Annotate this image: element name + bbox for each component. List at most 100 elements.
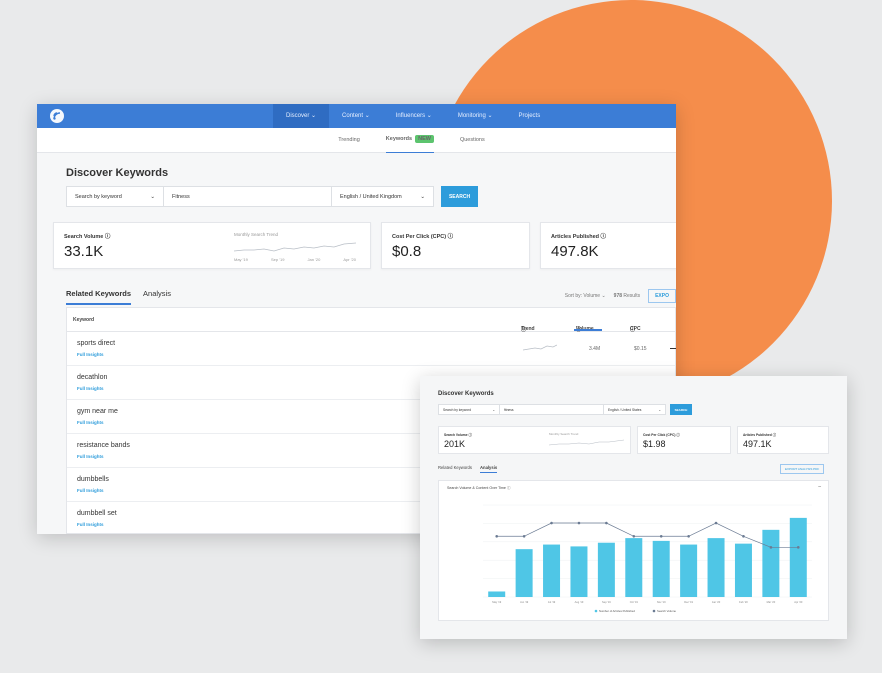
export-button[interactable]: EXPO xyxy=(648,289,676,303)
trend-axis: May '19 Sep '19 Jan '20 Apr '20 xyxy=(234,257,356,262)
search-mode-value: Search by keyword xyxy=(75,193,122,200)
search-volume-point xyxy=(522,534,526,538)
search-query-value: Fitness xyxy=(172,193,190,200)
results-count: 978 Results xyxy=(614,293,640,299)
search-row: Search by keyword ⌄ Fitness English / Uni… xyxy=(66,186,478,207)
chevron-down-icon: ⌄ xyxy=(311,113,317,119)
trend-tick: Sep '19 xyxy=(270,257,285,262)
search-volume-value: 33.1K xyxy=(64,243,104,260)
new-badge: NEW xyxy=(415,134,434,143)
col-keyword[interactable]: Keyword xyxy=(73,317,94,323)
legend-label-search-volume: Search Volume xyxy=(657,609,676,613)
sort-select[interactable]: Sort by: Volume ⌄ xyxy=(565,293,606,299)
chart-bar xyxy=(680,544,698,597)
analysis-volume-card: Search Volume ⓘ 201K Monthly Search Tren… xyxy=(438,426,631,454)
nav-content[interactable]: Content ⌄ xyxy=(329,104,383,128)
search-mode-value: Search by keyword xyxy=(443,407,472,412)
chart-bar xyxy=(789,517,807,597)
x-tick-label: May '19 xyxy=(492,600,502,604)
search-volume-point xyxy=(605,521,608,525)
nav-label: Content xyxy=(342,113,364,119)
metric-cards: Search Volume ⓘ 33.1K Monthly Search Tre… xyxy=(53,222,676,269)
expand-icon[interactable] xyxy=(670,348,676,349)
legend-swatch-search-volume xyxy=(652,609,656,613)
search-volume-point xyxy=(495,534,499,538)
tab-questions[interactable]: Questions xyxy=(460,128,485,153)
nav-discover[interactable]: Discover ⌄ xyxy=(273,104,330,128)
chart-bar xyxy=(707,538,725,597)
trend-tick: Jan '20 xyxy=(307,257,321,262)
full-insights-link[interactable]: Full Insights xyxy=(77,352,104,357)
tab-trending[interactable]: Trending xyxy=(338,128,360,153)
legend-label-articles: Number of Articles Published xyxy=(599,609,635,613)
card-label: Search Volume ⓘ xyxy=(444,432,472,437)
nav-projects[interactable]: Projects xyxy=(506,104,554,128)
articles-card: Articles Published ⓘ 497.8K xyxy=(540,222,676,269)
analysis-trend-sparkline xyxy=(549,439,624,446)
tab-related-keywords[interactable]: Related Keywords xyxy=(66,289,132,305)
tab-related-keywords[interactable]: Related Keywords xyxy=(438,465,472,473)
x-tick-label: Aug '19 xyxy=(575,600,584,604)
full-insights-link[interactable]: Full Insights xyxy=(77,488,104,493)
search-volume-point xyxy=(714,521,718,525)
search-volume-point xyxy=(769,546,773,549)
analysis-window: Discover Keywords Search by keyword ⌄ fit… xyxy=(420,376,847,639)
cpc-card: Cost Per Click (CPC) ⓘ $0.8 xyxy=(381,222,530,269)
analysis-search-mode-select[interactable]: Search by keyword ⌄ xyxy=(438,404,500,415)
monthly-trend-sparkline xyxy=(234,242,356,252)
cpc-cell: $0.15 xyxy=(634,346,647,352)
analysis-search-button[interactable]: SEARCH xyxy=(670,404,692,415)
sort-label: Sort by: Volume xyxy=(564,293,601,299)
full-insights-link[interactable]: Full Insights xyxy=(77,386,104,391)
full-insights-link[interactable]: Full Insights xyxy=(77,420,104,425)
nav-influencers[interactable]: Influencers ⌄ xyxy=(383,104,445,128)
search-volume-point xyxy=(577,521,581,525)
locale-value: English / United States xyxy=(608,407,642,412)
sort-indicator xyxy=(574,329,602,331)
info-icon[interactable]: ⓘ xyxy=(448,234,454,240)
table-row[interactable]: sports direct Full Insights 3.4M $0.15 xyxy=(67,332,676,366)
app-logo-icon[interactable] xyxy=(49,108,65,124)
search-button[interactable]: SEARCH xyxy=(441,186,478,207)
search-query-value: fitness xyxy=(504,407,514,412)
search-input[interactable]: Fitness xyxy=(164,186,332,207)
count-value: 978 xyxy=(613,293,623,299)
analysis-volume-value: 201K xyxy=(444,439,466,449)
analysis-locale-select[interactable]: English / United States ⌄ xyxy=(604,404,666,415)
export-analysis-button[interactable]: EXPORT ANALYSIS PDF xyxy=(780,464,825,474)
nav-label: Influencers xyxy=(395,113,426,119)
tab-analysis[interactable]: Analysis xyxy=(143,289,171,305)
tab-analysis[interactable]: Analysis xyxy=(479,465,498,473)
volume-label: Search Volume xyxy=(444,433,468,437)
keyword-text: dumbbell set xyxy=(77,510,117,517)
chevron-down-icon: ⌄ xyxy=(150,193,155,200)
chart-bar xyxy=(652,540,670,597)
locale-select[interactable]: English / United Kingdom ⌄ xyxy=(332,186,434,207)
chart-bar xyxy=(625,538,643,597)
analysis-search-row: Search by keyword ⌄ fitness English / Uni… xyxy=(438,404,692,415)
sort-row: Sort by: Volume ⌄ 978 Results EXPO xyxy=(565,289,676,303)
info-icon[interactable]: ⓘ xyxy=(601,234,607,240)
chevron-down-icon: ⌄ xyxy=(487,113,493,119)
search-volume-content-chart: May '19 Jun '19 Jul '19 Aug '19 Sep '19 Oct '… xyxy=(483,504,812,613)
chevron-down-icon: ⌄ xyxy=(420,193,425,200)
info-icon[interactable]: ⓘ xyxy=(105,234,111,240)
analysis-search-input[interactable]: fitness xyxy=(500,404,604,415)
search-volume-point xyxy=(550,521,553,525)
full-insights-link[interactable]: Full Insights xyxy=(77,454,104,459)
articles-value: 497.8K xyxy=(551,243,599,260)
x-tick-label: Mar '20 xyxy=(767,600,776,604)
search-mode-select[interactable]: Search by keyword ⌄ xyxy=(66,186,164,207)
chart-bar xyxy=(543,544,561,597)
tab-keywords[interactable]: Keywords NEW xyxy=(385,127,434,154)
locale-value: English / United Kingdom xyxy=(340,193,402,200)
x-tick-label: Dec '19 xyxy=(684,600,693,604)
chart-bar xyxy=(762,529,780,597)
chevron-down-icon: ⌄ xyxy=(426,113,432,119)
analysis-articles-value: 497.1K xyxy=(743,439,772,449)
search-volume-point xyxy=(687,534,690,538)
keyword-text: decathlon xyxy=(77,374,108,381)
nav-monitoring[interactable]: Monitoring ⌄ xyxy=(445,104,506,128)
result-tabs: Related Keywords Analysis xyxy=(66,289,171,305)
full-insights-link[interactable]: Full Insights xyxy=(77,522,104,527)
